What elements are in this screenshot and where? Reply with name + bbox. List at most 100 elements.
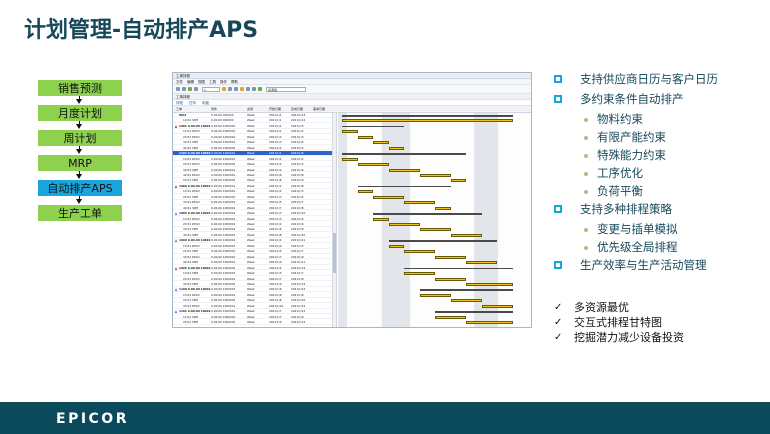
open-icon[interactable] [182, 87, 186, 91]
column-header[interactable]: 需求日期 [313, 106, 332, 112]
gantt-bar[interactable] [373, 141, 389, 145]
gantt-bar[interactable] [404, 250, 435, 254]
gantt-bar[interactable] [404, 201, 435, 205]
table-row[interactable]: 30 R1 RPG3 0-00-00 1000001 Week 2021/1/7 202… [173, 255, 332, 260]
gantt-bar[interactable] [419, 289, 513, 291]
table-row[interactable]: 30 R1 SPM 0-00-00 1000001 Week 2021/1/4 2021… [173, 168, 332, 173]
menu-item[interactable]: 工具 [209, 79, 216, 84]
column-header[interactable]: 工单 [173, 106, 211, 112]
gantt-bar[interactable] [342, 130, 358, 134]
table-row[interactable]: 40 R1 SPM 0-00-00 1000001 Week 2021/1/7 2021… [173, 206, 332, 211]
zoom-in-icon[interactable] [228, 87, 232, 91]
table-row[interactable]: 10 R1 RPG3 0-00-00 1000001 Week 2021/1/1 202… [173, 157, 332, 162]
table-row[interactable]: 40 R1 SPM 0-00-00 1000001 Week 2021/1/4 2021… [173, 146, 332, 151]
table-row[interactable]: 30 R1 SPM 0-00-00 1000001 Week 2021/1/9 2021… [173, 282, 332, 287]
table-row[interactable]: 30 R1 RPG3 0-00-00 1000001 Week 2021/1/10 20… [173, 304, 332, 309]
table-row[interactable]: 1085 0-00-00 10001 0-00-00 1000001 Week 202… [173, 211, 332, 216]
table-row[interactable]: 10 R1 RPG3 0-00-00 1000001 Week 2021/1/6 202… [173, 293, 332, 298]
gantt-bar[interactable] [373, 213, 482, 215]
table-row[interactable]: 10 R1 RPG3 0-00-00 1000001 Week 2021/1/3 202… [173, 217, 332, 222]
tab[interactable]: 甘特 [189, 100, 196, 105]
table-row[interactable]: 30 R1 SPM 0-00-00 1000001 Week 2021/1/3 2021… [173, 140, 332, 146]
gantt-bar[interactable] [419, 173, 451, 177]
table-row[interactable]: 40 R1 SPM 0-00-00 1000001 Week 2021/1/8 2021… [173, 233, 332, 238]
menu-item[interactable]: 视图 [198, 79, 205, 84]
gantt-bar[interactable] [466, 261, 497, 265]
new-icon[interactable] [176, 87, 180, 91]
table-row[interactable]: 1090 0-00-00 10001 0-00-00 1000001 Week 202… [173, 238, 332, 244]
table-row[interactable]: 20 R1 RPG3 0-00-00 1000001 Week 2021/1/2 202… [173, 135, 332, 140]
gantt-bar[interactable] [342, 153, 466, 155]
table-row[interactable]: 40 R1 SPM 0-00-00 1000001 Week 2021/1/9 2021… [173, 260, 332, 265]
view-combo[interactable]: 1 [202, 86, 220, 92]
gantt-bar[interactable] [388, 146, 404, 150]
gantt-bar[interactable] [388, 223, 420, 226]
print-icon[interactable] [252, 87, 256, 91]
gantt-bar[interactable] [357, 185, 451, 188]
gantt-bar[interactable] [388, 240, 497, 242]
table-row[interactable]: 30 R1 SPM 0-00-00 1000001 Week 2021/1/6 2021… [173, 227, 332, 233]
resource-combo[interactable]: 资源组 [266, 86, 306, 92]
table-row[interactable]: 40 R1 RPG3 0-00-00 1000001 Week 2021/1/6 202… [173, 173, 332, 178]
menu-item[interactable]: 文件 [176, 79, 183, 84]
table-row[interactable]: 20 R1 SPM 0-00-00 1000001 Week 2021/1/9 2021… [173, 320, 332, 325]
table-row[interactable]: 30 R1 RPG3 0-00-00 1000001 Week 2021/1/5 202… [173, 200, 332, 205]
table-row[interactable]: 10 R1 RPG3 0-00-00 1000001 Week 2021/1/4 202… [173, 244, 332, 249]
scroll-thumb[interactable] [333, 233, 336, 273]
gantt-bar[interactable] [435, 255, 466, 259]
table-row[interactable]: 1081 0-00-00 10001 0-00-00 1000001 Week 202… [173, 124, 332, 129]
gantt-bar[interactable] [357, 190, 373, 194]
zoom-out-icon[interactable] [234, 87, 238, 91]
move-icon[interactable] [240, 87, 244, 91]
table-row[interactable]: 1102 0-00-00 10001 0-00-00 1000001 Week 202… [173, 151, 332, 156]
table-row[interactable]: 10 R1 SPM 0-00-00 000000 Week 2021/1/1 2021/… [173, 118, 332, 124]
table-row[interactable]: 10 R1 RPG3 0-00-00 1000001 Week 2021/1/2 202… [173, 189, 332, 195]
table-row[interactable]: 1095 0-00-00 10001 0-00-00 1000001 Week 202… [173, 266, 332, 271]
gantt-bar[interactable] [435, 206, 451, 210]
grid-scrollbar[interactable] [332, 113, 336, 327]
filter-icon[interactable] [246, 87, 250, 91]
table-row[interactable]: 20 R1 SPM 0-00-00 1000001 Week 2021/1/8 2021… [173, 298, 332, 304]
column-header[interactable]: 资源 [247, 106, 269, 112]
gantt-bar[interactable] [435, 311, 513, 313]
gantt-bar[interactable] [373, 195, 404, 199]
gantt-bar[interactable] [435, 277, 466, 281]
gantt-bar[interactable] [419, 228, 451, 232]
menu-item[interactable]: 操作 [220, 79, 227, 84]
gantt-bar[interactable] [404, 272, 435, 276]
gantt-bar[interactable] [373, 217, 389, 221]
table-row[interactable]: 50 R1 SPM 0-00-00 1000001 Week 2021/1/8 2021… [173, 178, 332, 184]
table-row[interactable]: 10 R1 SPM 0-00-00 1000001 Week 2021/1/5 2021… [173, 271, 332, 276]
gantt-bar[interactable] [450, 299, 482, 303]
gantt-bar[interactable] [466, 321, 513, 325]
gantt-bar[interactable] [450, 233, 482, 237]
gantt-bar[interactable] [342, 125, 404, 128]
table-row[interactable]: 20 R1 RPG3 0-00-00 1000001 Week 2021/1/7 202… [173, 277, 332, 282]
table-row[interactable]: 20 R1 SPM 0-00-00 1000001 Week 2021/1/5 2021… [173, 249, 332, 255]
table-row[interactable]: 20 R1 RPG3 0-00-00 1000001 Week 2021/1/4 202… [173, 222, 332, 227]
column-header[interactable]: 开始日期 [269, 106, 291, 112]
gantt-bar[interactable] [342, 115, 513, 117]
gantt-bar[interactable] [388, 168, 420, 172]
gantt-bar[interactable] [481, 304, 513, 308]
gantt-bar[interactable] [342, 157, 358, 161]
run-icon[interactable] [258, 87, 262, 91]
gantt-bar[interactable] [357, 135, 373, 139]
gantt-bar[interactable] [450, 179, 466, 183]
gantt-bar[interactable] [404, 267, 513, 270]
gantt-bar[interactable] [357, 163, 389, 167]
gantt-bar[interactable] [435, 315, 466, 319]
schedule-icon[interactable] [222, 87, 226, 91]
tab[interactable]: 排程 [176, 100, 183, 105]
gantt-bar[interactable] [388, 244, 404, 248]
column-header[interactable]: 零件 [211, 106, 247, 112]
menu-item[interactable]: 帮助 [231, 79, 238, 84]
table-row[interactable]: 1100 0-00-00 10001 0-00-00 1000001 Week 202… [173, 287, 332, 293]
tab[interactable]: 明细 [202, 100, 209, 105]
menu-item[interactable]: 编辑 [187, 79, 194, 84]
gantt-bar[interactable] [342, 119, 513, 123]
table-row[interactable]: 1101 0-00-00 10001 0-00-00 1000001 Week 202… [173, 309, 332, 314]
column-header[interactable]: 完成日期 [291, 106, 313, 112]
table-row[interactable]: 10 R1 RPG3 0-00-00 1000001 Week 2021/1/1 202… [173, 129, 332, 135]
save-icon[interactable] [188, 87, 192, 91]
